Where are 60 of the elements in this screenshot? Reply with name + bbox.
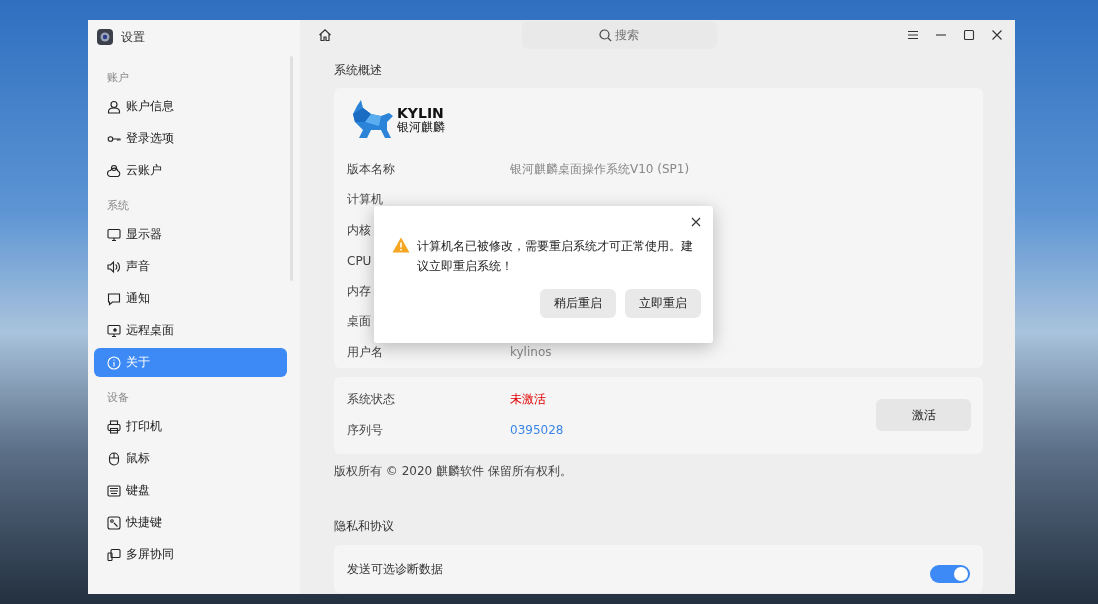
sidebar-item[interactable]: 显示器 — [94, 220, 287, 249]
restart-later-button[interactable]: 稍后重启 — [540, 289, 616, 318]
sidebar-item[interactable]: 快捷键 — [94, 508, 287, 537]
shortcut-icon — [107, 515, 121, 530]
info-icon — [107, 355, 121, 370]
logo-wordmark: KYLIN — [397, 105, 445, 121]
info-label: CPU — [347, 253, 372, 268]
window-title: 设置 — [121, 28, 145, 46]
section-title: 隐私和协议 — [334, 517, 395, 535]
sidebar-section-label: 设备 — [106, 390, 130, 406]
sidebar-item[interactable]: 鼠标 — [94, 444, 287, 473]
close-icon[interactable] — [991, 29, 1003, 41]
info-label: 用户名 — [347, 343, 383, 361]
info-label: 版本名称 — [347, 160, 395, 178]
info-label: 内核 — [347, 221, 371, 239]
restart-now-button[interactable]: 立即重启 — [625, 289, 701, 318]
home-icon[interactable] — [318, 28, 332, 42]
speaker-icon — [107, 259, 121, 274]
user-icon — [107, 99, 121, 114]
sidebar-item[interactable]: 打印机 — [94, 412, 287, 441]
close-icon[interactable] — [691, 217, 701, 227]
maximize-icon[interactable] — [963, 29, 975, 41]
info-label: 桌面 — [347, 313, 371, 331]
copyright-text: 版权所有 © 2020 麒麟软件 保留所有权利。 — [334, 462, 573, 480]
sidebar-item[interactable]: 账户信息 — [94, 92, 287, 121]
activate-button[interactable]: 激活 — [876, 399, 971, 431]
dialog-message: 计算机名已被修改，需要重启系统才可正常使用。建议立即重启系统！ — [417, 238, 694, 275]
info-label: 系统状态 — [347, 391, 395, 409]
warning-icon — [392, 237, 410, 253]
sidebar-item[interactable]: 声音 — [94, 252, 287, 281]
sidebar-section-label: 账户 — [106, 70, 130, 86]
chat-icon — [107, 291, 121, 306]
screens-icon — [107, 547, 121, 562]
logo-subtitle: 银河麒麟 — [397, 121, 445, 135]
kylin-logo-icon — [351, 100, 395, 140]
sidebar-item[interactable]: 键盘 — [94, 476, 287, 505]
setting-label: 发送可选诊断数据 — [347, 561, 443, 578]
gear-icon — [97, 29, 113, 45]
info-value: 银河麒麟桌面操作系统V10 (SP1) — [510, 160, 690, 178]
monitor-icon — [107, 227, 121, 242]
info-label: 序列号 — [347, 421, 383, 439]
search-field[interactable]: 搜索 — [522, 21, 717, 49]
info-value: kylinos — [510, 345, 552, 360]
section-title: 系统概述 — [334, 62, 383, 79]
sidebar-item[interactable]: 多屏协同 — [94, 540, 287, 569]
printer-icon — [107, 419, 121, 434]
sidebar-item[interactable]: 登录选项 — [94, 124, 287, 153]
search-icon — [599, 29, 612, 42]
info-label: 计算机 — [347, 191, 383, 209]
status-value: 未激活 — [510, 391, 546, 409]
sidebar-item[interactable]: 云账户 — [94, 156, 287, 185]
menu-icon[interactable] — [907, 29, 919, 41]
sidebar-section-label: 系统 — [106, 198, 130, 214]
sidebar-item[interactable]: 通知 — [94, 284, 287, 313]
mouse-icon — [107, 451, 121, 466]
sidebar-item[interactable]: 远程桌面 — [94, 316, 287, 345]
cloud-icon — [107, 163, 121, 178]
info-label: 内存 — [347, 282, 371, 300]
toggle-switch[interactable] — [930, 564, 970, 583]
keyboard-icon — [107, 483, 121, 498]
